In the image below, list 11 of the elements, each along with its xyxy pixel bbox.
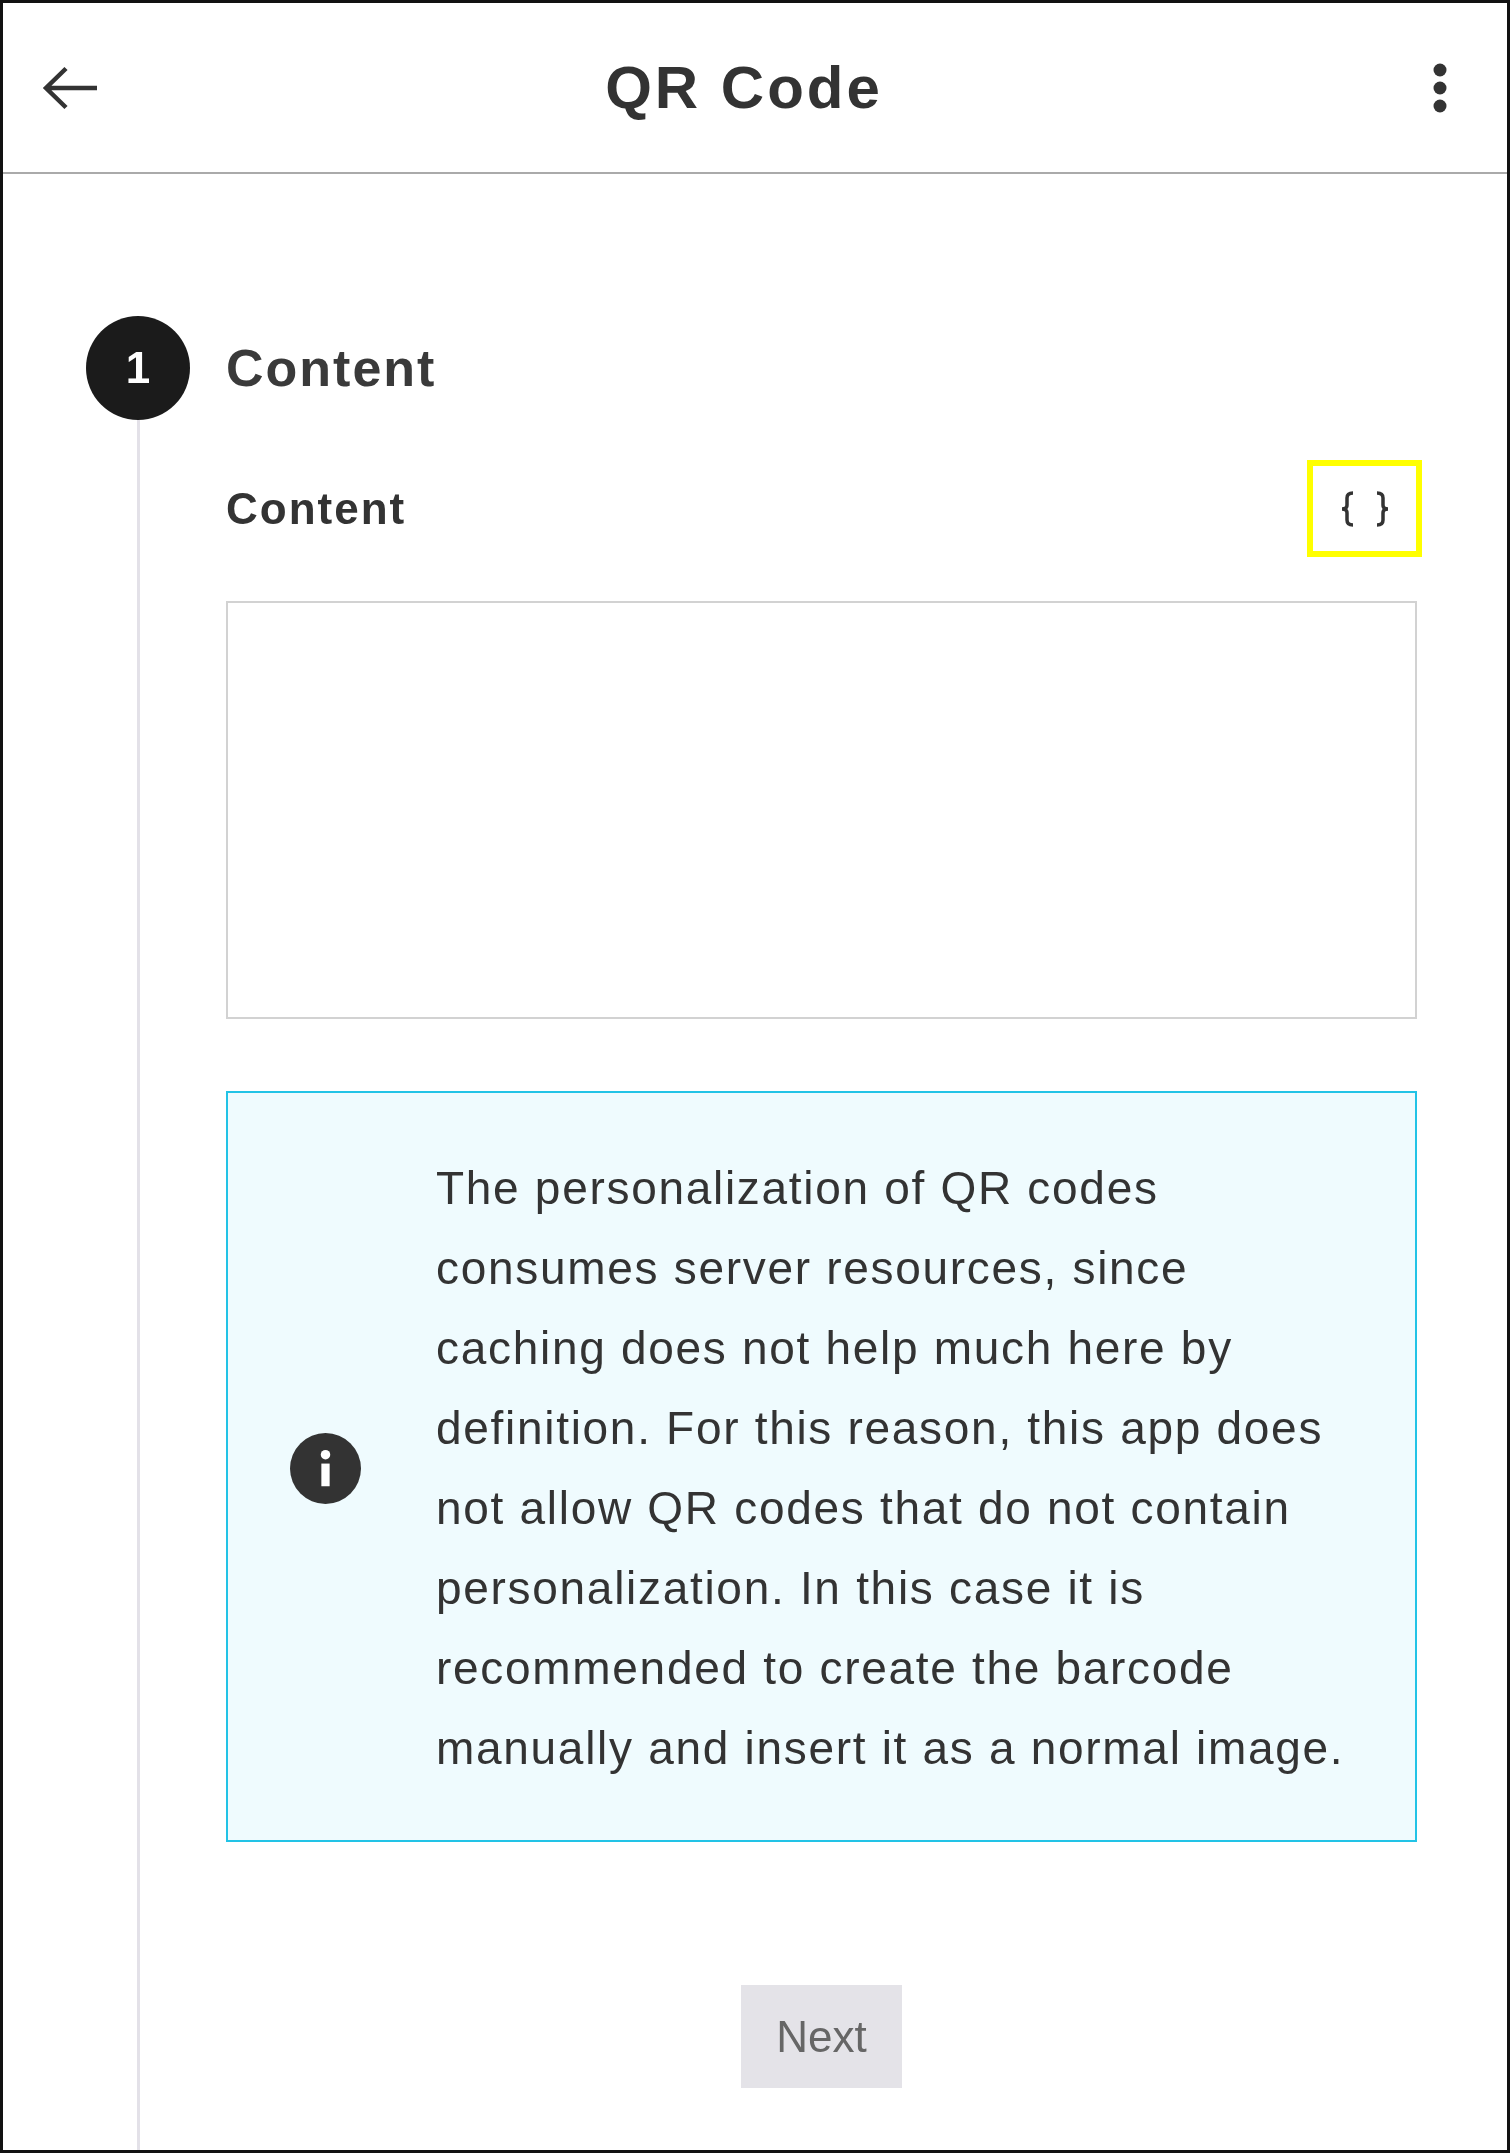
info-icon bbox=[290, 1432, 361, 1504]
info-text: The personalization of QR codes consumes server resources, since caching does not help much here by definition. For this reason, this app does not allow QR codes that do not contain personalization. In this case it is recommended to create the barcode manually and insert it as a normal image. bbox=[436, 1161, 1346, 1776]
step-number: 1 bbox=[86, 316, 190, 420]
braces-button[interactable] bbox=[1307, 460, 1422, 557]
screen-title: QR Code bbox=[605, 52, 883, 123]
back-arrow-icon bbox=[41, 64, 99, 111]
kebab-menu-icon bbox=[1433, 62, 1447, 113]
text-area-field[interactable] bbox=[226, 601, 1417, 1019]
field-label: Content bbox=[226, 483, 407, 534]
step-title: Content bbox=[226, 338, 438, 399]
braces-icon bbox=[1339, 490, 1390, 527]
